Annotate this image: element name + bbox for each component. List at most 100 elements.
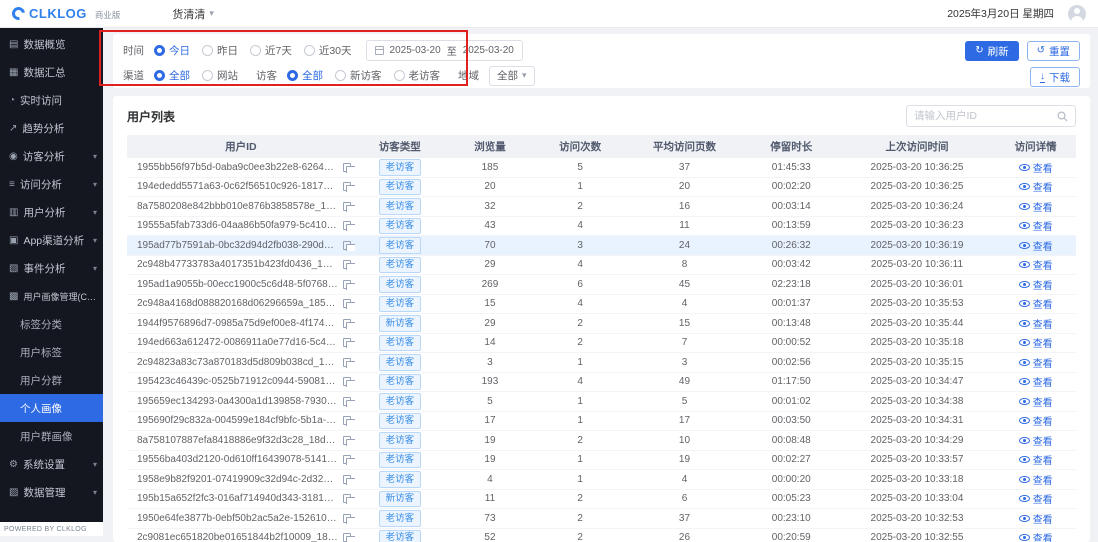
view-detail-label: 查看 <box>1033 491 1053 506</box>
view-detail-link[interactable]: 查看 <box>1019 374 1053 389</box>
sidebar-item-label: 用户画像管理(CDP) <box>23 290 97 303</box>
table-row: 2c948a4168d088820168d06296659a_1854dd7a0… <box>127 295 1076 315</box>
column-header: 访问详情 <box>995 139 1076 154</box>
time-filter-group: 今日昨日近7天近30天 <box>154 43 352 58</box>
table-row: 195ad1a9055b-00ecc1900c5c6d48-5f076828-2… <box>127 275 1076 295</box>
view-detail-link[interactable]: 查看 <box>1019 160 1053 175</box>
view-detail-link[interactable]: 查看 <box>1019 394 1053 409</box>
user-id-text: 195ad77b7591ab-0bc32d94d2fb038-290d0119-… <box>137 240 338 251</box>
view-detail-link[interactable]: 查看 <box>1019 530 1053 542</box>
copy-icon[interactable] <box>343 475 351 484</box>
refresh-button[interactable]: ↻ 刷新 <box>965 41 1018 61</box>
copy-icon[interactable] <box>343 319 351 328</box>
sidebar-item-group-profile[interactable]: 用户群画像 <box>0 422 103 450</box>
download-button[interactable]: ↓ 下载 <box>1030 67 1080 87</box>
copy-icon[interactable] <box>343 416 351 425</box>
copy-icon[interactable] <box>343 221 351 230</box>
copy-icon[interactable] <box>343 377 351 386</box>
column-header: 停留时长 <box>744 139 839 154</box>
channel-filter-option[interactable]: 网站 <box>202 68 238 83</box>
visitor-type-cell: 老访客 <box>355 471 445 488</box>
sidebar-item-user-analysis[interactable]: ▥用户分析▾ <box>0 198 103 226</box>
view-detail-link[interactable]: 查看 <box>1019 335 1053 350</box>
sidebar-item-app-channel-analysis[interactable]: ▣App渠道分析▾ <box>0 226 103 254</box>
search-icon[interactable] <box>1057 111 1068 122</box>
copy-icon[interactable] <box>343 260 351 269</box>
copy-icon[interactable] <box>343 241 351 250</box>
user-id-cell: 2c948b47733783a4017351b423fd0436_18c7fc2… <box>127 259 355 270</box>
sidebar-item-tag-category[interactable]: 标签分类 <box>0 310 103 338</box>
visitor-type-badge: 老访客 <box>379 296 422 313</box>
visitor-type-badge: 老访客 <box>379 413 422 430</box>
user-id-cell: 1958e9b82f9201-07419909c32d94c-2d32291c-… <box>127 474 355 485</box>
view-detail-link[interactable]: 查看 <box>1019 199 1053 214</box>
sidebar-item-event-analysis[interactable]: ▧事件分析▾ <box>0 254 103 282</box>
region-select[interactable]: 全部 ▾ <box>489 66 535 86</box>
view-detail-link[interactable]: 查看 <box>1019 218 1053 233</box>
reset-button[interactable]: ↺ 重置 <box>1027 41 1080 61</box>
radio-label: 老访客 <box>409 68 441 83</box>
copy-icon[interactable] <box>343 280 351 289</box>
last-visit-cell: 2025-03-20 10:33:04 <box>839 493 996 504</box>
user-avatar[interactable] <box>1068 5 1086 23</box>
view-detail-link[interactable]: 查看 <box>1019 355 1053 370</box>
view-detail-link[interactable]: 查看 <box>1019 452 1053 467</box>
copy-icon[interactable] <box>343 494 351 503</box>
view-detail-link[interactable]: 查看 <box>1019 433 1053 448</box>
time-filter-option[interactable]: 昨日 <box>202 43 238 58</box>
sidebar-item-personal-profile[interactable]: 个人画像 <box>0 394 103 422</box>
visitor-filter-option[interactable]: 老访客 <box>394 68 441 83</box>
copy-icon[interactable] <box>343 358 351 367</box>
view-detail-link[interactable]: 查看 <box>1019 296 1053 311</box>
sidebar-item-data-manage[interactable]: ▨数据管理▾ <box>0 478 103 506</box>
copy-icon[interactable] <box>343 514 351 523</box>
copy-icon[interactable] <box>343 338 351 347</box>
time-filter-option[interactable]: 今日 <box>154 43 190 58</box>
view-detail-link[interactable]: 查看 <box>1019 316 1053 331</box>
sidebar-item-realtime-visit[interactable]: ◔实时访问 <box>0 86 103 114</box>
view-detail-link[interactable]: 查看 <box>1019 277 1053 292</box>
sidebar-item-data-summary[interactable]: ▦数据汇总 <box>0 58 103 86</box>
table-row: 19556ba403d2120-0d610ff16439078-51410f46… <box>127 451 1076 471</box>
sidebar-item-user-tag[interactable]: 用户标签 <box>0 338 103 366</box>
copy-icon[interactable] <box>343 436 351 445</box>
copy-icon[interactable] <box>343 455 351 464</box>
time-filter-option[interactable]: 近30天 <box>304 43 352 58</box>
view-detail-label: 查看 <box>1033 374 1053 389</box>
sidebar-item-visit-analysis[interactable]: ≡访问分析▾ <box>0 170 103 198</box>
sidebar-item-system-settings[interactable]: ⚙系统设置▾ <box>0 450 103 478</box>
refresh-button-label: 刷新 <box>988 44 1009 59</box>
user-id-text: 2c948a4168d088820168d06296659a_1854dd7a0… <box>137 298 338 309</box>
copy-icon[interactable] <box>343 299 351 308</box>
view-detail-link[interactable]: 查看 <box>1019 472 1053 487</box>
visitor-filter-option[interactable]: 全部 <box>287 68 323 83</box>
time-filter-option[interactable]: 近7天 <box>250 43 292 58</box>
sidebar-item-visitor-analysis[interactable]: ◉访客分析▾ <box>0 142 103 170</box>
sidebar-item-cdp[interactable]: ▩用户画像管理(CDP) <box>0 282 103 310</box>
copy-icon[interactable] <box>343 182 351 191</box>
view-detail-link[interactable]: 查看 <box>1019 511 1053 526</box>
view-detail-link[interactable]: 查看 <box>1019 257 1053 272</box>
copy-icon[interactable] <box>343 202 351 211</box>
view-detail-link[interactable]: 查看 <box>1019 238 1053 253</box>
view-detail-link[interactable]: 查看 <box>1019 179 1053 194</box>
view-detail-link[interactable]: 查看 <box>1019 413 1053 428</box>
visitor-filter-option[interactable]: 新访客 <box>335 68 382 83</box>
duration-cell: 00:26:32 <box>744 240 839 251</box>
time-filter-label: 时间 <box>123 43 144 58</box>
visitor-type-cell: 老访客 <box>355 452 445 469</box>
copy-icon[interactable] <box>343 397 351 406</box>
app-logo: CLKLOG 商业版 <box>12 6 120 21</box>
copy-icon[interactable] <box>343 163 351 172</box>
sidebar-item-user-group[interactable]: 用户分群 <box>0 366 103 394</box>
copy-icon[interactable] <box>343 533 351 542</box>
project-selector[interactable]: 货清清 ▾ <box>172 6 214 22</box>
view-detail-link[interactable]: 查看 <box>1019 491 1053 506</box>
date-range-picker[interactable]: 2025-03-20 至 2025-03-20 <box>366 40 523 61</box>
sidebar-item-trend-analysis[interactable]: ↗趋势分析 <box>0 114 103 142</box>
sidebar-item-data-overview[interactable]: ▤数据概览 <box>0 30 103 58</box>
search-input[interactable] <box>914 110 1057 122</box>
radio-icon <box>202 70 213 81</box>
channel-filter-option[interactable]: 全部 <box>154 68 190 83</box>
last-visit-cell: 2025-03-20 10:36:19 <box>839 240 996 251</box>
